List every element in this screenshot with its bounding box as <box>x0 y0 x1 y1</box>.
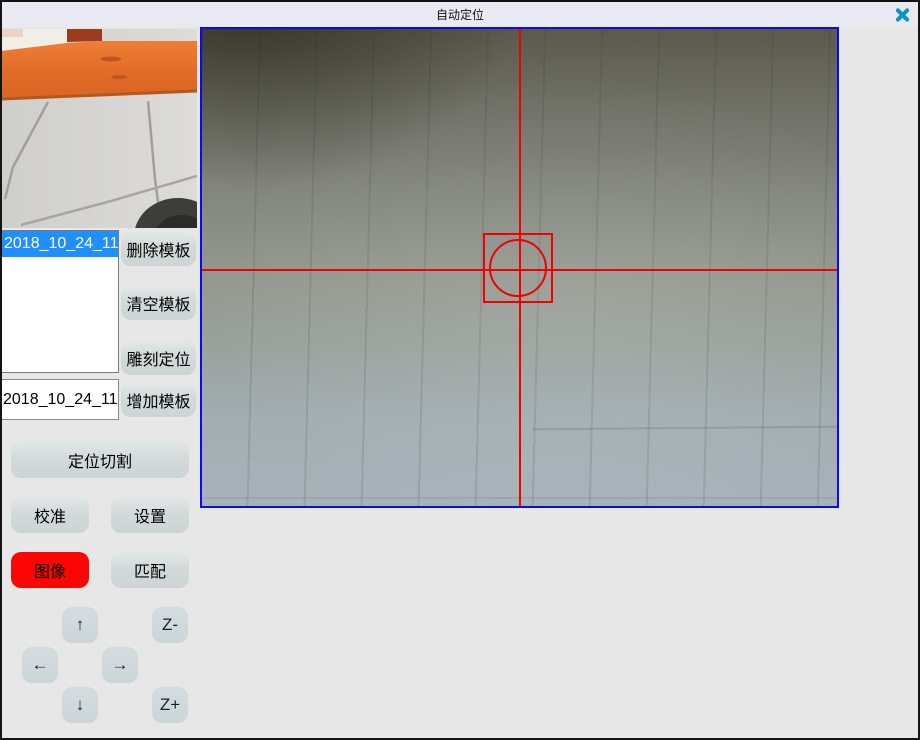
match-button[interactable]: 匹配 <box>111 552 189 588</box>
ceiling-seam <box>532 426 837 431</box>
template-preview-image <box>1 29 197 228</box>
jog-down-button[interactable]: ↓ <box>62 687 98 723</box>
target-circle <box>489 239 547 297</box>
jog-left-button[interactable]: ← <box>22 647 58 683</box>
jog-up-button[interactable]: ↑ <box>62 607 98 643</box>
window-title: 自动定位 <box>436 6 484 23</box>
template-preview-graphic <box>1 29 197 228</box>
position-cut-button[interactable]: 定位切割 <box>11 442 189 478</box>
template-list-item-selected[interactable]: 2018_10_24_11 <box>2 231 118 257</box>
title-bar: 自动定位 <box>2 2 918 27</box>
template-list[interactable]: 2018_10_24_11 <box>1 230 119 373</box>
jog-right-button[interactable]: → <box>102 647 138 683</box>
close-button[interactable] <box>892 5 912 23</box>
settings-button[interactable]: 设置 <box>111 497 189 533</box>
calibrate-button[interactable]: 校准 <box>11 497 89 533</box>
auto-position-dialog: 自动定位 <box>0 0 920 740</box>
jog-z-plus-button[interactable]: Z+ <box>152 687 188 723</box>
jog-z-minus-button[interactable]: Z- <box>152 607 188 643</box>
add-template-button[interactable]: 增加模板 <box>121 383 196 417</box>
camera-feed[interactable] <box>200 27 839 508</box>
delete-template-button[interactable]: 删除模板 <box>121 232 196 266</box>
clear-templates-button[interactable]: 清空模板 <box>121 286 196 320</box>
image-button[interactable]: 图像 <box>11 552 89 588</box>
template-name-input[interactable] <box>1 379 119 420</box>
engrave-position-button[interactable]: 雕刻定位 <box>121 341 196 375</box>
